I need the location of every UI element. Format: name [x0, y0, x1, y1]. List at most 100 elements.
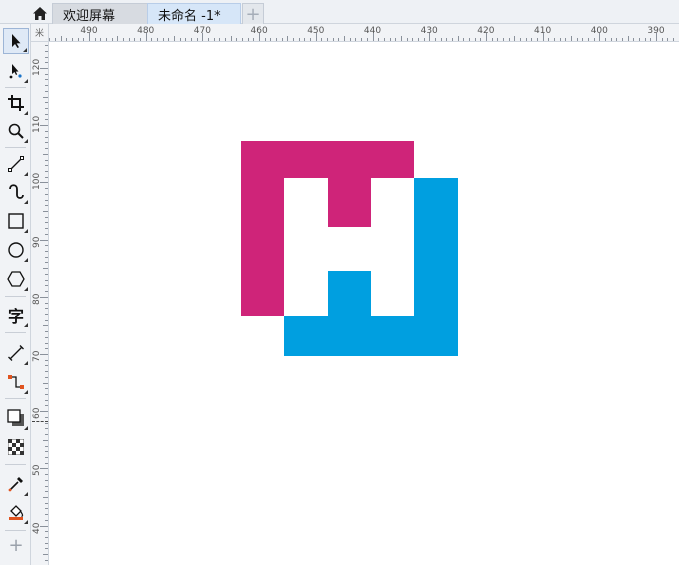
h-ruler-tick [423, 38, 425, 41]
h-ruler-tick [457, 36, 459, 41]
vertical-ruler[interactable]: 120 110 100 90 80 70 60 50 40 [31, 42, 49, 565]
h-ruler-tick [610, 38, 612, 41]
h-ruler-tick [134, 38, 136, 41]
v-ruler-tick [45, 428, 48, 430]
v-ruler-tick [45, 537, 48, 539]
h-ruler-tick [191, 38, 193, 41]
tab-document-label: 未命名 -1* [158, 8, 221, 24]
interactive-fill-tool-icon [9, 505, 24, 520]
v-ruler-tick [45, 142, 48, 144]
v-ruler-label: 70 [32, 350, 42, 362]
dimension-tool[interactable] [3, 340, 29, 366]
v-ruler-tick [45, 308, 48, 310]
h-ruler-tick [179, 38, 181, 41]
v-ruler-tick [45, 394, 48, 396]
h-ruler-tick [406, 38, 408, 41]
v-ruler-tick [43, 382, 48, 384]
v-ruler-tick [45, 205, 48, 207]
h-ruler-tick [349, 38, 351, 41]
v-ruler-tick [45, 159, 48, 161]
v-ruler-tick [45, 285, 48, 287]
pick-tool[interactable] [3, 28, 29, 54]
h-ruler-tick [372, 33, 374, 41]
h-ruler-tick [140, 38, 142, 41]
drawing-canvas[interactable] [32, 42, 679, 565]
tab-welcome-screen[interactable]: 欢迎屏幕 [52, 3, 148, 24]
h-ruler-tick [548, 38, 550, 41]
h-ruler-tick [270, 38, 272, 41]
h-ruler-tick [71, 38, 73, 41]
text-tool[interactable]: 字 [3, 302, 29, 328]
v-ruler-tick [45, 228, 48, 230]
v-ruler-tick [45, 273, 48, 275]
flyout-indicator [24, 258, 28, 262]
h-ruler-tick [49, 38, 51, 41]
dimension-tool-icon [8, 345, 24, 361]
rectangle-tool[interactable] [3, 208, 29, 234]
h-ruler-tick [344, 36, 346, 41]
v-ruler-tick [43, 268, 48, 270]
connector-tool[interactable] [3, 369, 29, 395]
v-ruler-label: 80 [32, 293, 42, 305]
v-ruler-tick [45, 136, 48, 138]
freehand-tool[interactable] [3, 151, 29, 177]
add-tool-button[interactable]: + [3, 532, 29, 558]
h-ruler-tick [242, 38, 244, 41]
h-ruler-tick [474, 38, 476, 41]
h-ruler-tick [287, 36, 289, 41]
v-ruler-tick [45, 251, 48, 253]
ruler-origin[interactable]: 米 [31, 24, 49, 42]
text-tool-icon: 字 [7, 307, 24, 326]
v-ruler-tick [45, 193, 48, 195]
h-ruler-tick [604, 38, 606, 41]
v-ruler-tick [45, 291, 48, 293]
logo-graphic[interactable] [241, 141, 459, 357]
transparency-tool[interactable] [3, 434, 29, 460]
h-ruler-tick [463, 38, 465, 41]
h-ruler-tick [383, 38, 385, 41]
h-ruler-tick [128, 38, 130, 41]
h-ruler-tick [644, 38, 646, 41]
home-button[interactable] [30, 3, 50, 23]
horizontal-ruler[interactable]: 490 480 470 460 450 440 430 420 410 400 390 [49, 24, 679, 42]
interactive-fill-tool[interactable] [3, 499, 29, 525]
zoom-tool[interactable] [3, 118, 29, 144]
artistic-media-tool[interactable] [3, 179, 29, 205]
v-ruler-label: 90 [32, 236, 42, 248]
v-ruler-tick [45, 376, 48, 378]
v-ruler-label: 60 [32, 407, 42, 420]
crop-tool[interactable] [3, 90, 29, 116]
toolbox: 字 + [0, 24, 31, 565]
v-ruler-tick [43, 439, 48, 441]
crop-tool-icon [8, 95, 24, 111]
h-ruler-tick [361, 38, 363, 41]
h-ruler-tick [366, 38, 368, 41]
v-ruler-tick [45, 531, 48, 533]
polygon-tool[interactable] [3, 266, 29, 292]
add-tool-icon: + [8, 534, 24, 556]
tab-untitled-document[interactable]: 未命名 -1* [147, 3, 241, 24]
flyout-indicator [24, 111, 28, 115]
v-ruler-tick [40, 239, 48, 241]
eyedropper-tool[interactable] [3, 471, 29, 497]
v-ruler-tick [40, 125, 48, 127]
flyout-indicator [24, 361, 28, 365]
v-ruler-tick [45, 514, 48, 516]
h-ruler-tick [440, 38, 442, 41]
h-ruler-tick [310, 38, 312, 41]
flyout-indicator [24, 287, 28, 291]
h-ruler-tick [599, 33, 601, 41]
h-ruler-tick [276, 38, 278, 41]
v-ruler-tick [45, 359, 48, 361]
ellipse-tool[interactable] [3, 237, 29, 263]
drop-shadow-tool[interactable] [3, 405, 29, 431]
h-ruler-tick [230, 36, 232, 41]
flyout-indicator [23, 48, 27, 52]
v-ruler-tick [45, 165, 48, 167]
new-tab-button[interactable]: + [242, 3, 264, 25]
v-ruler-tick [45, 302, 48, 304]
h-ruler-tick [332, 38, 334, 41]
v-ruler-tick [45, 50, 48, 52]
v-ruler-tick [45, 113, 48, 115]
toolbox-separator [5, 398, 26, 399]
